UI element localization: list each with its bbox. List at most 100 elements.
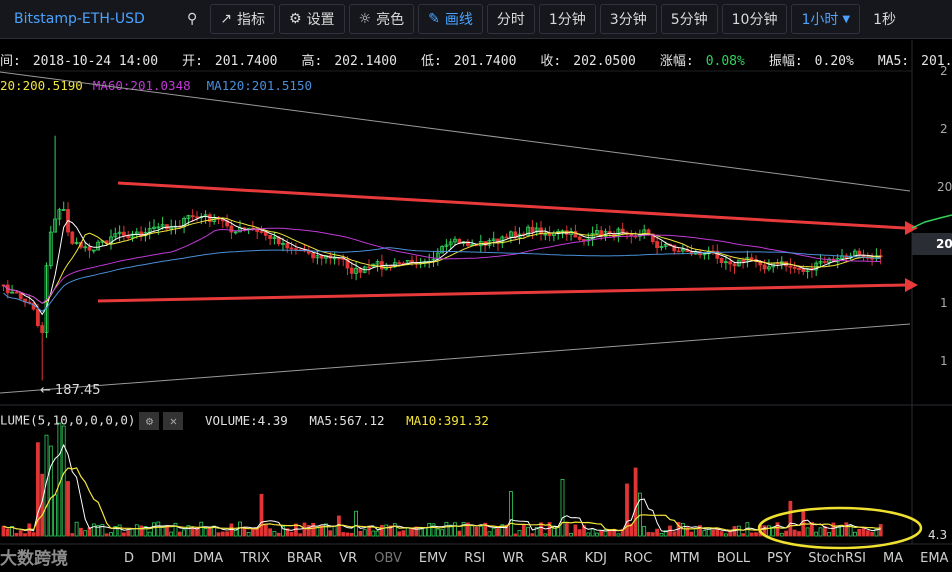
- volume-bar: [556, 527, 561, 537]
- candle: [311, 252, 316, 259]
- volume-bar: [470, 525, 475, 537]
- indicator-tab[interactable]: OBV: [374, 551, 402, 566]
- volume-bar: [711, 529, 715, 537]
- volume-bar: [23, 533, 27, 537]
- volume-bar: [152, 522, 156, 537]
- volume-bar: [543, 533, 548, 537]
- volume-bar: [831, 522, 836, 537]
- indicator-tab[interactable]: WR: [502, 551, 524, 566]
- volume-bar: [104, 533, 109, 537]
- candle: [367, 266, 371, 269]
- volume-bar: [422, 526, 427, 537]
- volume-bar: [74, 521, 79, 537]
- indicator-tab[interactable]: EMA: [920, 551, 948, 566]
- candle: [87, 246, 92, 251]
- indicator-tab[interactable]: BOLL: [717, 551, 750, 566]
- volume-ma10: MA10:391.32: [406, 412, 489, 428]
- candle: [40, 325, 45, 333]
- gear-icon[interactable]: ⚙: [139, 412, 160, 430]
- volume-bar: [672, 531, 677, 537]
- volume-bar: [117, 524, 122, 537]
- indicator-tab[interactable]: DMA: [193, 551, 223, 566]
- last-price-tag: 20: [912, 233, 952, 255]
- volume-bar: [681, 522, 685, 537]
- indicator-tab[interactable]: D: [124, 551, 134, 566]
- price-chart[interactable]: [0, 0, 952, 572]
- volume-bar: [177, 531, 182, 537]
- indicator-tab[interactable]: PSY: [767, 551, 791, 566]
- volume-bar: [715, 528, 720, 537]
- volume-bar: [61, 425, 66, 537]
- volume-bar: [203, 528, 208, 537]
- candle: [676, 250, 681, 253]
- volume-bar: [689, 531, 694, 537]
- indicator-tab[interactable]: MTM: [669, 551, 699, 566]
- volume-bar: [865, 530, 870, 537]
- volume-bar: [276, 532, 281, 537]
- candle: [822, 261, 827, 263]
- volume-bar: [625, 483, 629, 537]
- volume-bar: [302, 522, 307, 537]
- indicator-tab[interactable]: StochRSI: [808, 551, 866, 566]
- indicator-tab[interactable]: ROC: [624, 551, 652, 566]
- volume-bar: [405, 527, 410, 537]
- volume-bar: [521, 524, 526, 537]
- volume-bar: [814, 531, 819, 537]
- volume-bar: [139, 525, 144, 537]
- volume-bar: [797, 531, 801, 537]
- indicator-tab[interactable]: BRAR: [287, 551, 322, 566]
- volume-bar: [173, 522, 178, 537]
- volume-bar: [195, 528, 199, 537]
- candle: [293, 248, 298, 251]
- volume-bar: [491, 527, 496, 537]
- indicator-tab[interactable]: MA: [883, 551, 903, 566]
- volume-bar: [216, 532, 221, 537]
- indicator-tab[interactable]: TRIX: [240, 551, 270, 566]
- volume-bar: [487, 531, 492, 537]
- volume-last-label: 4.3: [928, 528, 948, 542]
- volume-bar: [607, 529, 612, 537]
- volume-bar: [595, 532, 599, 537]
- volume-bar: [775, 522, 780, 537]
- volume-bar: [79, 527, 83, 537]
- candle: [263, 231, 268, 236]
- volume-bar: [70, 533, 75, 537]
- volume-bar: [427, 523, 432, 537]
- volume-bar: [147, 531, 152, 537]
- indicator-tab[interactable]: KDJ: [585, 551, 607, 566]
- indicator-tab[interactable]: VR: [339, 551, 357, 566]
- volume-ma10-line: [3, 467, 881, 532]
- volume-bar: [246, 532, 251, 537]
- indicator-tabs: D DMI DMA TRIX BRAR VR OBV EMV RSI WR SA…: [0, 544, 952, 572]
- candle: [573, 230, 578, 238]
- indicator-tab[interactable]: EMV: [419, 551, 447, 566]
- volume-bar: [272, 531, 277, 537]
- volume-bar: [298, 533, 303, 537]
- candle: [410, 260, 414, 263]
- candle: [655, 241, 659, 248]
- volume-bar: [857, 528, 862, 537]
- close-icon[interactable]: ✕: [163, 412, 184, 430]
- volume-bar: [496, 528, 500, 537]
- candle: [319, 255, 324, 259]
- indicator-tab[interactable]: SAR: [541, 551, 567, 566]
- volume-bar: [83, 530, 88, 537]
- indicator-tab[interactable]: DMI: [151, 551, 176, 566]
- candle: [259, 231, 264, 233]
- volume-bar: [160, 526, 165, 537]
- volume-bar: [5, 528, 10, 537]
- volume-bar: [706, 528, 711, 537]
- volume-bar: [345, 532, 350, 537]
- low-marker: ← 187.45: [40, 383, 101, 398]
- volume-bar: [233, 529, 238, 537]
- volume-bar: [805, 527, 810, 537]
- volume-bar: [418, 528, 423, 537]
- volume-bar: [784, 530, 788, 537]
- volume-bar: [220, 531, 225, 537]
- volume-bar: [827, 532, 831, 537]
- candle: [255, 229, 260, 232]
- candle: [801, 268, 806, 273]
- candle: [190, 215, 195, 218]
- volume-bar: [779, 532, 784, 537]
- indicator-tab[interactable]: RSI: [464, 551, 485, 566]
